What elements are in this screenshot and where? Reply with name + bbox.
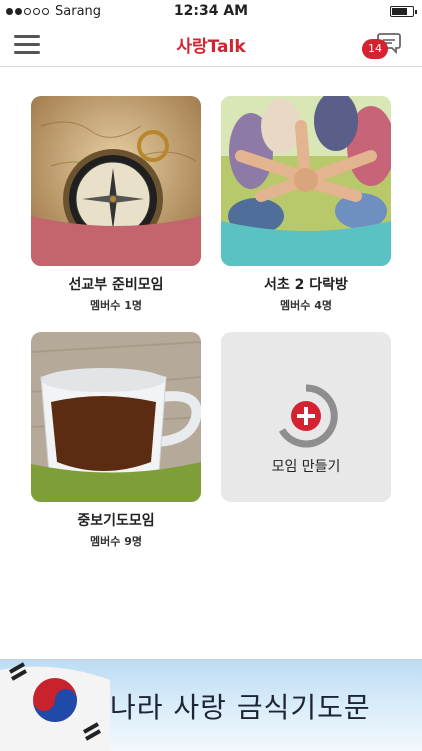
group-member-count: 멤버수 1명 (90, 299, 142, 312)
battery-icon (390, 6, 417, 17)
banner-title: 나라 사랑 금식기도문 (110, 691, 371, 724)
group-member-count: 멤버수 4명 (280, 299, 332, 312)
plus-circle-icon (278, 384, 338, 448)
group-title: 중보기도모임 (77, 513, 155, 529)
status-time: 12:34 AM (173, 3, 249, 19)
group-member-count: 멤버수 9명 (90, 535, 142, 548)
group-title: 서초 2 다락방 (264, 277, 348, 293)
create-group-button[interactable]: 모임 만들기 (221, 332, 391, 502)
app-logo: 사랑Talk (176, 37, 246, 57)
chat-badge: 14 (362, 39, 388, 59)
korean-flag (0, 662, 110, 751)
group-card[interactable]: 서초 2 다락방 멤버수 4명 (221, 96, 391, 313)
group-title: 선교부 준비모임 (68, 277, 164, 293)
status-bar: Sarang 12:34 AM (0, 0, 422, 24)
hands-together-photo (221, 96, 391, 266)
create-group-label: 모임 만들기 (271, 459, 341, 475)
tea-cup-photo (31, 332, 201, 502)
compass-photo (31, 96, 201, 266)
nav-bar: 사랑Talk 14 (0, 24, 422, 67)
group-card[interactable]: 선교부 준비모임 멤버수 1명 (31, 96, 201, 313)
prayer-banner[interactable]: 나라 사랑 금식기도문 (0, 659, 422, 751)
group-card[interactable]: 중보기도모임 멤버수 9명 (31, 332, 201, 549)
